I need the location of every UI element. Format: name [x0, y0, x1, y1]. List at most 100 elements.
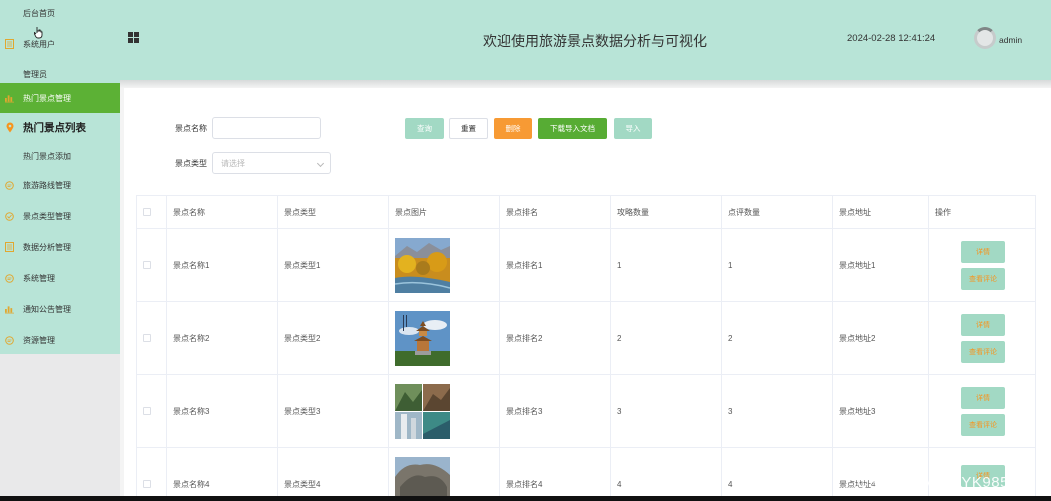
sidebar-item-admin[interactable]: 管理员: [0, 67, 120, 81]
sidebar-item-label: 数据分析管理: [23, 242, 71, 252]
spots-table: 景点名称 景点类型 景点图片 景点排名 攻略数量 点评数量 景点地址 操作 景点…: [136, 195, 1036, 501]
spot-image-pagoda[interactable]: [395, 310, 450, 366]
spot-image-cell: [389, 229, 500, 301]
sidebar-item-label: 资源管理: [23, 335, 55, 345]
list-icon: [5, 39, 14, 49]
view-reviews-button[interactable]: 查看评论: [961, 340, 1005, 363]
spot-type-placeholder: 请选择: [221, 158, 245, 168]
chat-bubble-icon: [5, 273, 14, 283]
bar-chart-icon: [5, 94, 14, 103]
spot-address-cell: 景点地址3: [833, 375, 929, 447]
review-count-cell: 3: [722, 375, 833, 447]
spot-rank-cell: 景点排名1: [500, 229, 611, 301]
sidebar-item-label: 热门景点添加: [23, 151, 71, 161]
row-select-cell: [137, 375, 167, 447]
detail-button[interactable]: 详情: [961, 386, 1005, 409]
column-header: 攻略数量: [611, 196, 722, 228]
sidebar-item-hot-spot-list[interactable]: 热门景点列表: [0, 119, 120, 135]
spot-rank-cell: 景点排名3: [500, 375, 611, 447]
guide-count-cell: 4: [611, 448, 722, 500]
reset-button[interactable]: 重置: [449, 118, 488, 139]
row-select-cell: [137, 448, 167, 500]
sidebar-item-label: 系统用户: [23, 39, 55, 49]
sidebar-item-label: 热门景点列表: [23, 121, 86, 134]
header-shadow: [120, 80, 1051, 88]
select-all-checkbox[interactable]: [143, 208, 151, 216]
review-count-cell: 1: [722, 229, 833, 301]
review-count-cell: 2: [722, 302, 833, 374]
sidebar-item-data-analysis[interactable]: 数据分析管理: [0, 240, 120, 254]
page-title: 欢迎使用旅游景点数据分析与可视化: [483, 33, 707, 49]
query-button[interactable]: 查询: [405, 118, 444, 139]
sidebar: 后台首页 系统用户 管理员 热门景点管理 热门景点列表 热门景点添加 旅游路线管…: [0, 0, 120, 354]
row-select-cell: [137, 229, 167, 301]
menu-grid-icon[interactable]: [128, 32, 139, 43]
row-select-cell: [137, 302, 167, 374]
sidebar-item-label: 后台首页: [23, 8, 55, 18]
download-template-button[interactable]: 下载导入文档: [538, 118, 607, 139]
sidebar-item-routes[interactable]: 旅游路线管理: [0, 178, 120, 192]
import-button[interactable]: 导入: [614, 118, 652, 139]
row-checkbox[interactable]: [143, 480, 151, 488]
chat-bubble-icon: [5, 335, 14, 345]
sidebar-item-hot-spots[interactable]: 热门景点管理: [0, 83, 120, 113]
column-header: 景点地址: [833, 196, 929, 228]
detail-button[interactable]: 详情: [961, 313, 1005, 336]
chevron-down-icon: [316, 159, 325, 168]
guide-count-cell: 1: [611, 229, 722, 301]
spot-image-autumn-river[interactable]: [395, 237, 450, 293]
actions-cell: 详情 查看评论: [929, 229, 1035, 301]
avatar[interactable]: [974, 27, 996, 49]
spot-name-cell: 景点名称1: [167, 229, 278, 301]
header-username[interactable]: admin: [999, 35, 1022, 45]
spot-image-cliff[interactable]: [395, 456, 450, 501]
list-icon: [5, 242, 14, 252]
spot-name-input[interactable]: [212, 117, 321, 139]
sidebar-item-home[interactable]: 后台首页: [0, 6, 120, 20]
sidebar-item-label: 旅游路线管理: [23, 180, 71, 190]
sidebar-item-label: 系统管理: [23, 273, 55, 283]
spot-type-cell: 景点类型3: [278, 375, 389, 447]
review-count-cell: 4: [722, 448, 833, 500]
delete-button[interactable]: 删除: [494, 118, 532, 139]
top-header: 欢迎使用旅游景点数据分析与可视化 2024-02-28 12:41:24 adm…: [120, 0, 1051, 80]
table-row: 景点名称1 景点类型1 景点排名1 1 1 景点地址1 详情 查看评论: [137, 229, 1035, 302]
sidebar-item-system-users[interactable]: 系统用户: [0, 37, 120, 51]
sidebar-item-label: 景点类型管理: [23, 211, 71, 221]
sidebar-item-notices[interactable]: 通知公告管理: [0, 302, 120, 316]
select-all-cell: [137, 196, 167, 228]
spot-image-cell: [389, 375, 500, 447]
spot-name-cell: 景点名称3: [167, 375, 278, 447]
spot-name-label: 景点名称: [175, 124, 207, 133]
spot-type-cell: 景点类型1: [278, 229, 389, 301]
spot-type-select[interactable]: 请选择: [212, 152, 331, 174]
column-header: 景点排名: [500, 196, 611, 228]
chat-bubble-icon: [5, 180, 14, 190]
column-header: 景点图片: [389, 196, 500, 228]
header-datetime: 2024-02-28 12:41:24: [847, 33, 936, 44]
spot-rank-cell: 景点排名2: [500, 302, 611, 374]
sidebar-item-spot-types[interactable]: 景点类型管理: [0, 209, 120, 223]
sidebar-background: [0, 354, 120, 501]
view-reviews-button[interactable]: 查看评论: [961, 267, 1005, 290]
spot-name-cell: 景点名称4: [167, 448, 278, 500]
view-reviews-button[interactable]: 查看评论: [961, 413, 1005, 436]
spot-image-cell: [389, 302, 500, 374]
spot-type-cell: 景点类型4: [278, 448, 389, 500]
spot-image-cell: [389, 448, 500, 501]
sidebar-item-system[interactable]: 系统管理: [0, 271, 120, 285]
row-checkbox[interactable]: [143, 261, 151, 269]
sidebar-item-hot-spot-add[interactable]: 热门景点添加: [0, 149, 120, 163]
row-checkbox[interactable]: [143, 407, 151, 415]
spot-address-cell: 景点地址1: [833, 229, 929, 301]
spot-image-collage[interactable]: [395, 383, 450, 439]
sidebar-item-resources[interactable]: 资源管理: [0, 333, 120, 347]
row-checkbox[interactable]: [143, 334, 151, 342]
table-row: 景点名称3 景点类型3 景点排名3 3 3 景点地址3 详情 查看评论: [137, 375, 1035, 448]
detail-button[interactable]: 详情: [961, 240, 1005, 263]
spot-type-label: 景点类型: [175, 159, 207, 168]
table-row: 景点名称2 景点类型2 景点排名2 2 2 景点地址2 详情 查看评论: [137, 302, 1035, 375]
sidebar-item-label: 热门景点管理: [23, 93, 71, 103]
column-header: 景点类型: [278, 196, 389, 228]
bottom-bar: [0, 496, 1051, 501]
